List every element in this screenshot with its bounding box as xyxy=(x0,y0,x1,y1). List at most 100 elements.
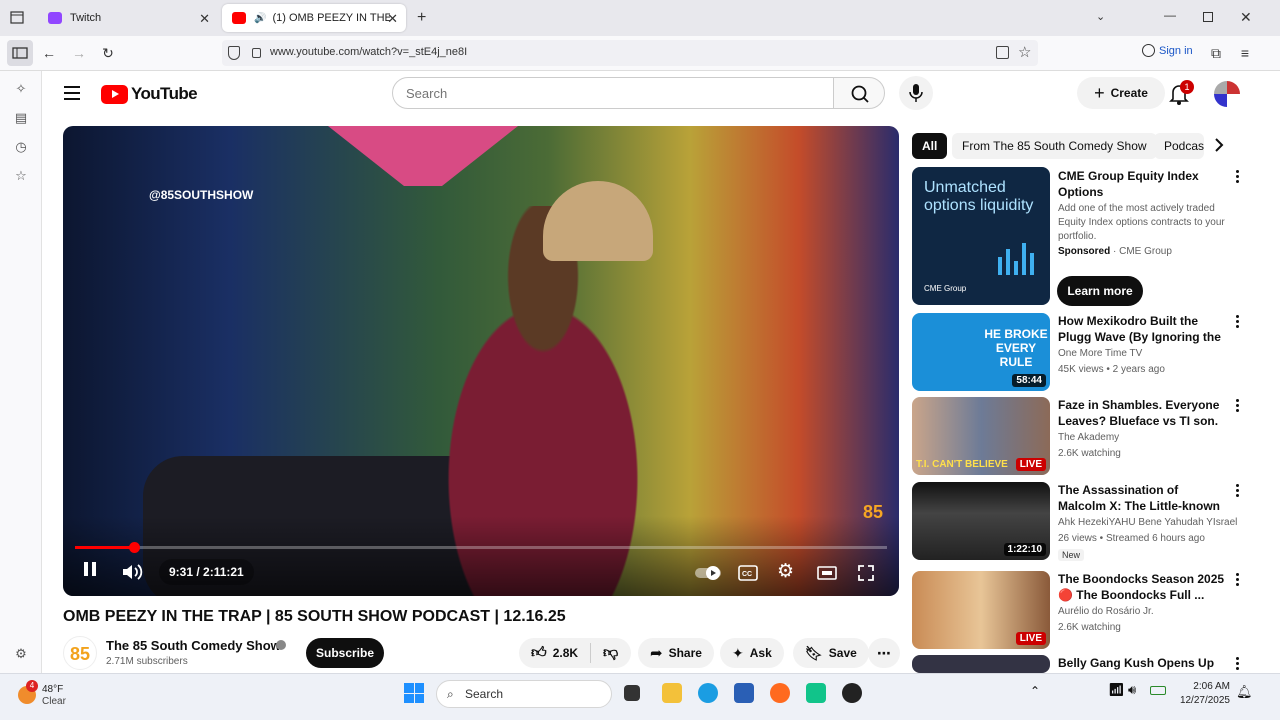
save-button[interactable]: 🔖︎ Save xyxy=(793,638,869,668)
youtube-logo[interactable]: YouTube xyxy=(101,84,198,104)
chevron-right-icon[interactable] xyxy=(1214,138,1224,152)
channel-name[interactable]: Ahk HezekiYAHU Bene Yahudah YIsrael xyxy=(1058,516,1237,530)
bookmarks-icon[interactable]: ☆ xyxy=(13,168,29,184)
ad-thumbnail[interactable]: Unmatched options liquidity CME Group xyxy=(912,167,1050,305)
forward-icon[interactable]: → xyxy=(70,44,88,62)
recommendation-item[interactable]: HE BROKE EVERY RULE 58:44 How Mexikodro … xyxy=(912,313,1252,393)
new-tab-icon[interactable]: + xyxy=(417,9,426,27)
more-actions-button[interactable]: ⋯ xyxy=(868,638,900,668)
theater-mode-icon[interactable] xyxy=(817,565,837,581)
chat-app-icon[interactable] xyxy=(806,683,826,703)
lock-icon[interactable] xyxy=(252,48,261,58)
store-icon[interactable] xyxy=(734,683,754,703)
chip-from-channel[interactable]: From The 85 South Comedy Show xyxy=(952,133,1157,159)
ask-button[interactable]: ✦ Ask xyxy=(720,638,784,668)
search-box[interactable] xyxy=(392,77,834,109)
video-title[interactable]: Faze in Shambles. Everyone Leaves? Bluef… xyxy=(1058,397,1226,429)
ai-chat-icon[interactable]: ✧ xyxy=(13,81,29,97)
more-options-icon[interactable] xyxy=(1232,657,1242,672)
history-icon[interactable]: ◷ xyxy=(13,139,29,155)
video-title[interactable]: Belly Gang Kush Opens Up xyxy=(1058,655,1226,671)
search-input[interactable] xyxy=(393,78,833,108)
video-thumbnail[interactable]: HE BROKE EVERY RULE 58:44 xyxy=(912,313,1050,391)
url-bar[interactable]: www.youtube.com/watch?v=_stE4j_ne8I ☆ xyxy=(222,40,1038,66)
learn-more-button[interactable]: Learn more xyxy=(1057,276,1143,306)
system-tray-chevron-icon[interactable]: ⌃ xyxy=(1030,684,1040,698)
video-thumbnail[interactable]: T.I. CAN'T BELIEVE LIVE xyxy=(912,397,1050,475)
sidebar-toggle-icon[interactable] xyxy=(10,11,24,24)
obs-icon[interactable] xyxy=(842,683,862,703)
system-clock[interactable]: 2:06 AM 12/27/2025 xyxy=(1176,680,1230,708)
taskbar-search[interactable]: ⌕ Search xyxy=(436,680,612,708)
recommendation-item[interactable]: 1:22:10 The Assassination of Malcolm X: … xyxy=(912,482,1252,562)
close-tab-icon[interactable]: ✕ xyxy=(387,11,398,27)
tab-youtube[interactable]: 🔊 (1) OMB PEEZY IN THE TRAP ✕ xyxy=(222,4,406,32)
volume-icon[interactable]: 🔊︎ xyxy=(1128,682,1136,698)
subscribe-button[interactable]: Subscribe xyxy=(306,638,384,668)
url-text[interactable]: www.youtube.com/watch?v=_stE4j_ne8I xyxy=(270,46,467,58)
settings-gear-icon[interactable]: ⚙ xyxy=(777,562,794,581)
video-player[interactable]: @85SOUTHSHOW 85 9:31 / 2:11:21 CC ⚙ xyxy=(63,126,899,596)
fullscreen-icon[interactable] xyxy=(857,564,875,582)
restore-icon[interactable] xyxy=(1203,12,1213,22)
reload-icon[interactable]: ↻ xyxy=(99,44,117,62)
hamburger-menu-icon[interactable] xyxy=(64,86,80,100)
chip-all[interactable]: All xyxy=(912,133,948,159)
video-title[interactable]: The Boondocks Season 2025 🔴 The Boondock… xyxy=(1058,571,1226,603)
video-title[interactable]: The Assassination of Malcolm X: The Litt… xyxy=(1058,482,1226,514)
search-button[interactable] xyxy=(833,77,885,109)
windows-start-icon[interactable] xyxy=(404,683,424,703)
like-count[interactable]: 2.8K xyxy=(553,646,578,660)
voice-search-button[interactable] xyxy=(899,76,933,110)
extensions-icon[interactable]: ⧉ xyxy=(1207,44,1225,62)
minimize-icon[interactable]: — xyxy=(1164,8,1176,22)
autoplay-toggle[interactable] xyxy=(695,566,723,580)
sidebar-panel-icon[interactable] xyxy=(7,40,33,66)
thumbs-up-icon[interactable]: 👍︎ xyxy=(531,644,547,662)
channel-name[interactable]: The Akademy xyxy=(1058,431,1119,445)
tab-twitch[interactable]: Twitch ✕ xyxy=(38,4,218,32)
channel-avatar[interactable]: 85 xyxy=(63,636,97,670)
notifications-icon[interactable]: 🔔︎ xyxy=(1236,684,1253,700)
app-menu-icon[interactable]: ≡ xyxy=(1236,44,1254,62)
channel-name[interactable]: The 85 South Comedy Show xyxy=(106,638,281,653)
wifi-icon[interactable]: 📶︎ xyxy=(1108,682,1125,698)
ad-more-icon[interactable] xyxy=(1232,170,1242,185)
speaker-icon[interactable]: 🔊 xyxy=(254,13,266,24)
pause-icon[interactable] xyxy=(83,561,97,577)
synced-tabs-icon[interactable]: ▤ xyxy=(13,110,29,126)
channel-name[interactable]: Aurélio do Rosário Jr. xyxy=(1058,605,1154,619)
more-options-icon[interactable] xyxy=(1232,573,1242,588)
video-title[interactable]: How Mexikodro Built the Plugg Wave (By I… xyxy=(1058,313,1226,345)
chip-podcasts[interactable]: Podcas xyxy=(1154,133,1204,159)
volume-icon[interactable] xyxy=(121,563,143,581)
edge-icon[interactable] xyxy=(698,683,718,703)
firefox-icon[interactable] xyxy=(770,683,790,703)
create-button[interactable]: + Create xyxy=(1077,77,1165,109)
sign-in-button[interactable]: Sign in xyxy=(1142,44,1193,57)
account-avatar[interactable] xyxy=(1214,81,1240,107)
ad-title[interactable]: CME Group Equity Index Options xyxy=(1058,168,1226,200)
more-options-icon[interactable] xyxy=(1232,315,1242,330)
task-view-icon[interactable] xyxy=(624,685,640,701)
share-button[interactable]: ➦ Share xyxy=(638,638,714,668)
channel-name[interactable]: One More Time TV xyxy=(1058,347,1142,361)
bookmark-star-icon[interactable]: ☆ xyxy=(1018,43,1031,61)
tab-list-chevron-icon[interactable]: ⌄ xyxy=(1096,10,1105,23)
progress-scrubber-handle[interactable] xyxy=(128,542,140,553)
video-thumbnail[interactable]: LIVE xyxy=(912,571,1050,649)
close-tab-icon[interactable]: ✕ xyxy=(199,11,210,27)
captions-icon[interactable]: CC xyxy=(738,565,758,581)
translate-icon[interactable] xyxy=(996,46,1009,59)
more-options-icon[interactable] xyxy=(1232,399,1242,414)
battery-icon[interactable] xyxy=(1150,686,1166,695)
file-explorer-icon[interactable] xyxy=(662,683,682,703)
shield-icon[interactable] xyxy=(228,46,240,60)
more-options-icon[interactable] xyxy=(1232,484,1242,499)
close-window-icon[interactable]: ✕ xyxy=(1240,9,1252,26)
recommendation-item[interactable]: Belly Gang Kush Opens Up xyxy=(912,655,1252,673)
progress-bar[interactable] xyxy=(75,542,887,553)
settings-gear-icon[interactable]: ⚙ xyxy=(13,646,29,662)
recommendation-item[interactable]: LIVE The Boondocks Season 2025 🔴 The Boo… xyxy=(912,571,1252,651)
thumbs-down-icon[interactable]: 👎︎ xyxy=(603,644,618,662)
